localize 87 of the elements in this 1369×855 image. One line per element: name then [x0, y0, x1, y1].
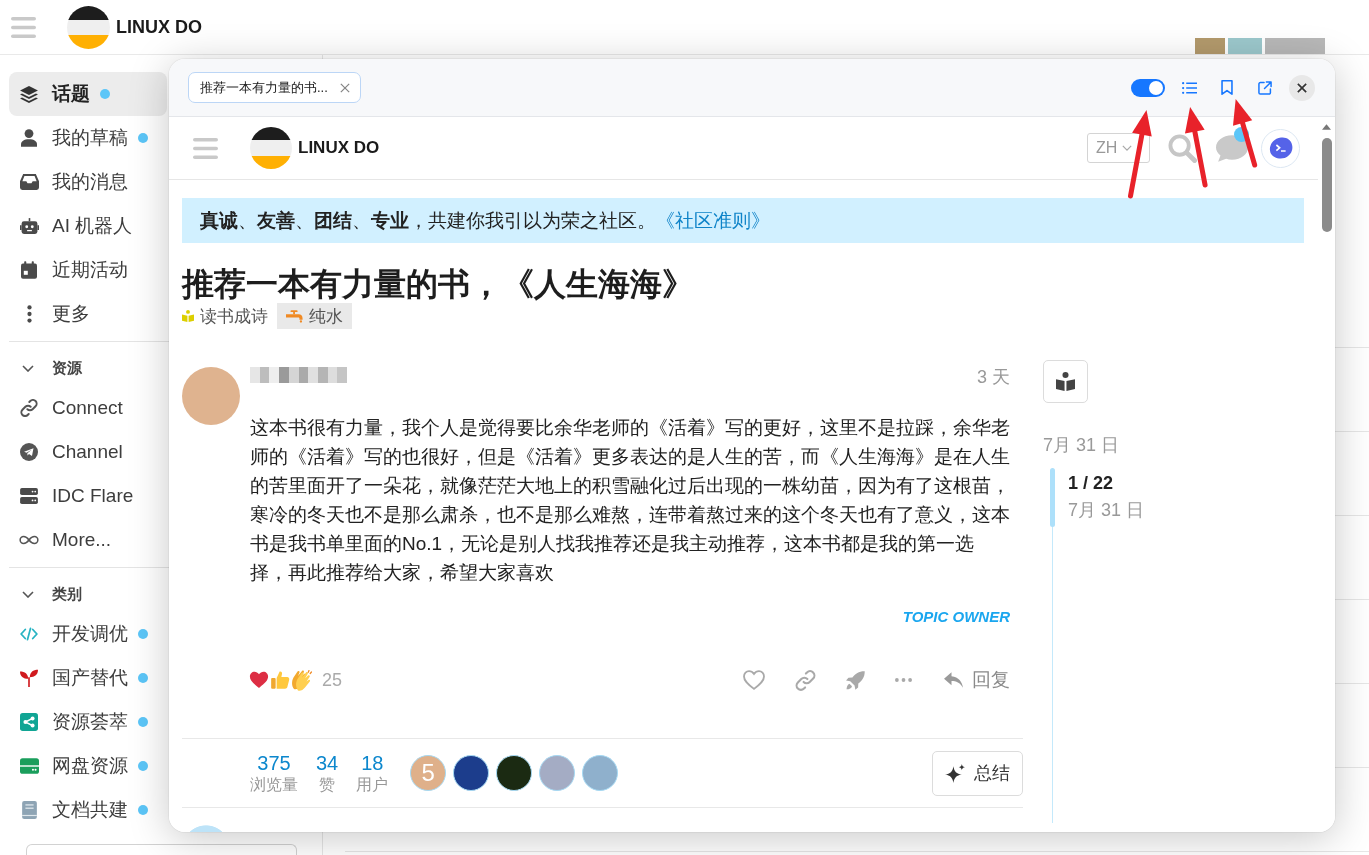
popup-tab[interactable]: 推荐一本有力量的书...: [188, 72, 361, 103]
site-name[interactable]: LINUX DO: [298, 138, 380, 158]
chevron-icon: [22, 590, 34, 598]
external-link-icon[interactable]: [1258, 80, 1272, 95]
timeline-handle[interactable]: [1050, 468, 1055, 527]
guidelines-link[interactable]: 《社区准则》: [656, 209, 770, 231]
stat-label: 用户: [356, 775, 389, 795]
section-header[interactable]: 类别: [9, 576, 167, 612]
search-icon[interactable]: [1168, 133, 1197, 163]
chevron-down-icon: [1122, 145, 1133, 151]
user-icon: [21, 129, 37, 147]
tag-link[interactable]: 纯水: [277, 303, 352, 329]
list-icon[interactable]: [1182, 81, 1197, 94]
terminal-icon: [1268, 137, 1293, 159]
server-icon: [20, 488, 38, 504]
sparkle-icon: [945, 763, 965, 783]
post-position: 1 / 22: [1068, 472, 1114, 495]
chat-icon[interactable]: [1216, 134, 1248, 162]
heart-emoji-icon[interactable]: [249, 671, 269, 689]
sidebar-item[interactable]: 我的消息: [9, 160, 167, 204]
sidebar-item[interactable]: IDC Flare: [9, 474, 167, 518]
reader-mode-button[interactable]: [1043, 360, 1088, 403]
scrollbar-thumb[interactable]: [1321, 138, 1332, 232]
sidebar-item[interactable]: More...: [9, 518, 167, 562]
layers-icon: [20, 85, 38, 103]
stat-value: 34: [316, 751, 339, 775]
logo-icon[interactable]: [67, 5, 110, 49]
user-avatar[interactable]: [453, 755, 490, 791]
rocket-icon[interactable]: [846, 670, 865, 690]
sidebar-item[interactable]: 文档共建: [9, 788, 167, 832]
annotation-arrow: [1233, 99, 1258, 168]
paper-plane-icon: [20, 443, 38, 461]
toggle-switch[interactable]: [1131, 78, 1165, 97]
sidebar-item[interactable]: 话题: [9, 72, 167, 116]
sidebar-item[interactable]: AI 机器人: [9, 204, 167, 248]
stat-label: 浏览量: [250, 775, 298, 795]
close-button[interactable]: [1289, 74, 1315, 101]
stat-value: 375: [257, 751, 291, 775]
sidebar-item[interactable]: Connect: [9, 386, 167, 430]
timeline-start-date: 7月 31 日: [1043, 434, 1120, 456]
sidebar-item[interactable]: 近期活动: [9, 248, 167, 292]
user-menu-button[interactable]: [1261, 128, 1300, 168]
link-icon: [20, 399, 38, 417]
post-date: 7月 31 日: [1068, 499, 1145, 522]
site-name[interactable]: LINUX DO: [116, 16, 202, 38]
thumbnail-placeholder: [1265, 38, 1325, 54]
category-link[interactable]: 读书成诗: [182, 304, 268, 328]
close-icon[interactable]: [339, 82, 350, 93]
chevron-icon: [22, 364, 34, 372]
reply-button[interactable]: 回复: [944, 667, 1010, 693]
scroll-up-icon[interactable]: [1322, 124, 1331, 130]
faucet-icon: [286, 309, 303, 323]
logo-icon[interactable]: [250, 127, 292, 169]
sidebar-item[interactable]: 我的草稿: [9, 116, 167, 160]
sidebar-item[interactable]: 更多: [9, 292, 167, 336]
reply-icon: [944, 672, 963, 688]
sidebar-item[interactable]: 网盘资源: [9, 744, 167, 788]
clapping-hands-icon[interactable]: [291, 669, 312, 691]
post-time: 3 天: [977, 367, 1010, 387]
link-icon[interactable]: [795, 669, 816, 691]
thumbs-up-icon[interactable]: [271, 671, 290, 689]
more-vertical-icon: [26, 305, 32, 323]
section-header[interactable]: 资源: [9, 350, 167, 386]
infinity-icon: [19, 535, 39, 545]
calendar-icon: [21, 261, 37, 279]
user-avatar[interactable]: [496, 755, 533, 791]
sidebar-item[interactable]: 国产替代: [9, 656, 167, 700]
ellipsis-icon[interactable]: [895, 678, 912, 682]
sidebar-item[interactable]: Channel: [9, 430, 167, 474]
heart-icon[interactable]: [743, 670, 765, 690]
topic-title: 推荐一本有力量的书，《人生海海》: [182, 265, 695, 303]
banner-text: 真诚、友善、团结、专业，共建你我引以为荣之社区。《社区准则》: [200, 208, 770, 233]
reaction-count: 25: [322, 669, 343, 691]
stat-value: 18: [361, 751, 384, 775]
inbox-icon: [19, 174, 39, 190]
thumbnail-placeholder: [1195, 38, 1225, 54]
robot-icon: [19, 218, 39, 234]
bookmark-icon[interactable]: [1221, 80, 1233, 95]
stat-label: 赞: [319, 775, 336, 795]
post-body: 这本书很有力量，我个人是觉得要比余华老师的《活着》写的更好，这里不是拉踩，余华老师的《活着》写的也很好，但是《活着》更多表达的是人生的苦，而《人生海海》是在人生的苦里面开了一朵花，就像茫茫大地上的积雪融化过后出现的一株幼苗，因为有了这根苗，寒冷的冬天也不是那么肃杀，也不是那么难熬，连带着熬过来的这个冬天也有了意义，这本书是我书单里面的No.1，无论是别人找我推荐还是我主动推荐，这本书都是我的第一选择，再此推荐给大家，希望大家喜欢: [250, 416, 1010, 585]
topic-owner-label: TOPIC OWNER: [902, 607, 1010, 627]
book-reader-icon: [1056, 372, 1075, 391]
thumbnail-placeholder: [1228, 38, 1262, 54]
summarize-button[interactable]: 总结: [932, 750, 1023, 796]
close-icon: [1297, 82, 1307, 93]
sidebar-item[interactable]: 开发调优: [9, 612, 167, 656]
sidebar-item[interactable]: 资源荟萃: [9, 700, 167, 744]
